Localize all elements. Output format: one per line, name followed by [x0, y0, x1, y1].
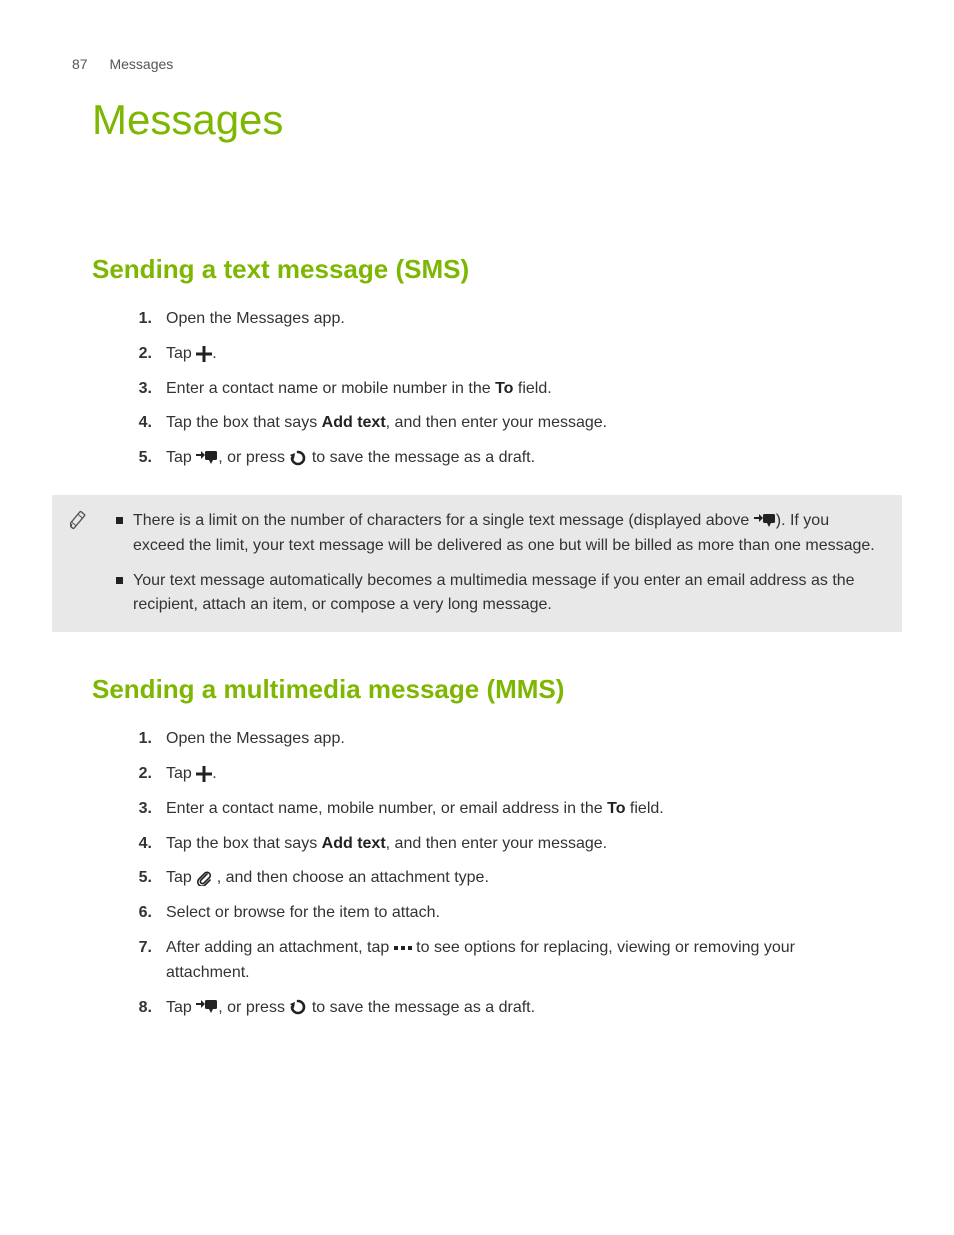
- send-icon: [196, 451, 218, 465]
- manual-page: 87 Messages Messages Sending a text mess…: [0, 0, 954, 1235]
- sms-step-2: 2. Tap .: [132, 342, 862, 367]
- step-number: 4.: [132, 832, 152, 857]
- mms-steps: 1. Open the Messages app. 2. Tap . 3. En…: [92, 727, 862, 1020]
- pencil-icon: [70, 509, 96, 535]
- sms-steps: 1. Open the Messages app. 2. Tap . 3. En…: [92, 307, 862, 471]
- step-text: Tap , or press to save the message as a …: [166, 446, 535, 471]
- step-number: 2.: [132, 342, 152, 367]
- step-number: 7.: [132, 936, 152, 961]
- bullet-icon: [116, 517, 123, 524]
- step-number: 1.: [132, 727, 152, 752]
- back-icon: [289, 998, 307, 1016]
- step-number: 3.: [132, 377, 152, 402]
- sms-step-1: 1. Open the Messages app.: [132, 307, 862, 332]
- header-section: Messages: [109, 56, 173, 72]
- sms-step-3: 3. Enter a contact name or mobile number…: [132, 377, 862, 402]
- step-text: Enter a contact name or mobile number in…: [166, 377, 552, 402]
- mms-step-5: 5. Tap , and then choose an attachment t…: [132, 866, 862, 891]
- send-icon: [196, 1000, 218, 1014]
- step-text: Tap .: [166, 342, 217, 367]
- mms-step-1: 1. Open the Messages app.: [132, 727, 862, 752]
- back-icon: [289, 449, 307, 467]
- step-number: 3.: [132, 797, 152, 822]
- page-number: 87: [72, 56, 88, 72]
- note-item: There is a limit on the number of charac…: [116, 509, 880, 559]
- sms-step-4: 4. Tap the box that says Add text, and t…: [132, 411, 862, 436]
- mms-step-4: 4. Tap the box that says Add text, and t…: [132, 832, 862, 857]
- step-number: 6.: [132, 901, 152, 926]
- step-number: 5.: [132, 866, 152, 891]
- mms-step-7: 7. After adding an attachment, tap to se…: [132, 936, 862, 986]
- step-text: Tap , and then choose an attachment type…: [166, 866, 489, 891]
- step-number: 1.: [132, 307, 152, 332]
- step-text: Tap .: [166, 762, 217, 787]
- note-list: There is a limit on the number of charac…: [106, 509, 880, 618]
- step-text: Tap the box that says Add text, and then…: [166, 411, 607, 436]
- mms-step-3: 3. Enter a contact name, mobile number, …: [132, 797, 862, 822]
- step-number: 5.: [132, 446, 152, 471]
- step-number: 8.: [132, 996, 152, 1021]
- mms-step-6: 6. Select or browse for the item to atta…: [132, 901, 862, 926]
- step-number: 4.: [132, 411, 152, 436]
- step-number: 2.: [132, 762, 152, 787]
- plus-icon: [196, 766, 212, 782]
- sms-heading: Sending a text message (SMS): [92, 254, 862, 285]
- mms-heading: Sending a multimedia message (MMS): [92, 674, 862, 705]
- bullet-icon: [116, 577, 123, 584]
- step-text: After adding an attachment, tap to see o…: [166, 936, 862, 986]
- mms-step-8: 8. Tap , or press to save the message as…: [132, 996, 862, 1021]
- step-text: Open the Messages app.: [166, 727, 345, 752]
- more-icon: [394, 944, 412, 952]
- plus-icon: [196, 346, 212, 362]
- step-text: Tap , or press to save the message as a …: [166, 996, 535, 1021]
- mms-step-2: 2. Tap .: [132, 762, 862, 787]
- running-header: 87 Messages: [72, 56, 862, 72]
- sms-step-5: 5. Tap , or press to save the message as…: [132, 446, 862, 471]
- sms-note-box: There is a limit on the number of charac…: [52, 495, 902, 632]
- attach-icon: [196, 870, 212, 886]
- step-text: Select or browse for the item to attach.: [166, 901, 440, 926]
- step-text: Open the Messages app.: [166, 307, 345, 332]
- step-text: Tap the box that says Add text, and then…: [166, 832, 607, 857]
- send-icon: [754, 514, 776, 528]
- page-title: Messages: [92, 96, 862, 144]
- note-item: Your text message automatically becomes …: [116, 569, 880, 619]
- step-text: Enter a contact name, mobile number, or …: [166, 797, 664, 822]
